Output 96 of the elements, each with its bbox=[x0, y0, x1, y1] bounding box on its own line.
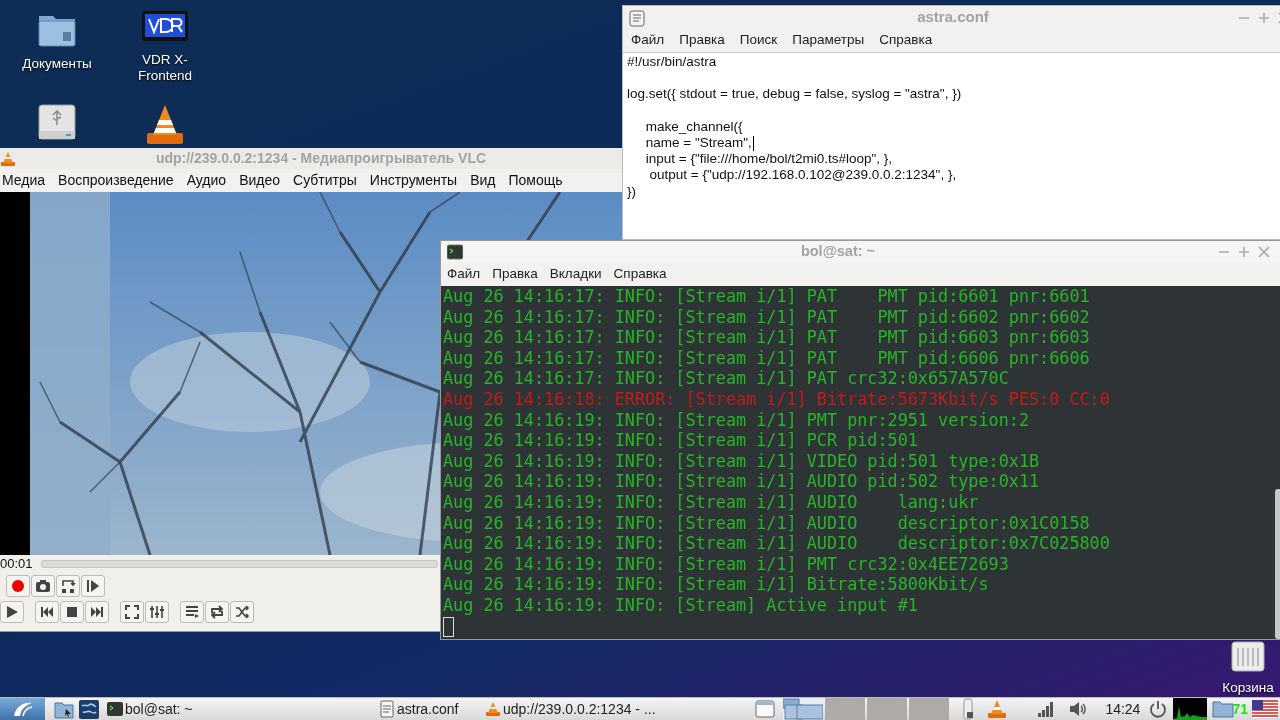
menu-item[interactable]: Правка bbox=[679, 30, 725, 51]
frame-step-button[interactable] bbox=[81, 574, 105, 597]
desktop-icon-label[interactable]: VDR X-Frontend bbox=[128, 52, 202, 84]
terminal-line: Aug 26 14:16:17: INFO: [Stream i/1] PAT crc32:0x657A570C bbox=[443, 368, 1010, 389]
tv-icon[interactable] bbox=[141, 10, 189, 44]
snapshot-icon bbox=[35, 577, 51, 594]
record-button[interactable] bbox=[6, 574, 30, 597]
equalizer-button[interactable] bbox=[145, 600, 169, 623]
menu-item[interactable]: Аудио bbox=[186, 170, 227, 191]
record-icon bbox=[10, 577, 26, 594]
taskbar-task[interactable]: bol@sat: ~ bbox=[107, 697, 297, 720]
frame-step-icon bbox=[85, 577, 101, 594]
stop-button[interactable] bbox=[60, 600, 84, 623]
power-icon[interactable] bbox=[1149, 700, 1168, 718]
usb-device-icon[interactable] bbox=[961, 698, 976, 720]
terminal-cursor bbox=[443, 616, 454, 637]
workspace-button[interactable] bbox=[783, 698, 824, 720]
fullscreen-button[interactable] bbox=[120, 600, 144, 623]
terminal-line: Aug 26 14:16:18: ERROR: [Stream i/1] Bitrate:5673Kbit/s PES:0 CC:0 bbox=[443, 388, 1111, 410]
terminal-line: Aug 26 14:16:19: INFO: [Stream i/1] Bitrate:5800Kbit/s bbox=[443, 574, 990, 595]
notepad-icon bbox=[379, 700, 395, 718]
previous-button[interactable] bbox=[35, 600, 59, 623]
terminal-icon bbox=[107, 701, 123, 717]
repeat-icon bbox=[209, 603, 225, 620]
terminal-line: Aug 26 14:16:19: INFO: [Stream i/1] PCR pid:501 bbox=[443, 430, 919, 451]
code-line: make_channel({ bbox=[644, 118, 743, 135]
terminal-line: Aug 26 14:16:17: INFO: [Stream i/1] PAT PMT pid:6603 pnr:6603 bbox=[443, 327, 1091, 348]
menu-item[interactable]: Справка bbox=[613, 264, 667, 285]
shuffle-button[interactable] bbox=[230, 600, 254, 623]
menu-item[interactable]: Медиа bbox=[2, 170, 46, 191]
menu-item[interactable]: Файл bbox=[447, 264, 481, 285]
terminal-line: Aug 26 14:16:19: INFO: [Stream i/1] AUDIO descriptor:0x1C0158 bbox=[443, 512, 1091, 534]
play-button[interactable] bbox=[0, 600, 24, 623]
menu-item[interactable]: Видео bbox=[239, 170, 281, 191]
globe-map-icon[interactable] bbox=[79, 699, 99, 719]
code-line: output = {"udp://192.168.0.102@239.0.0.2:1234", }, bbox=[648, 167, 957, 184]
terminal-line: Aug 26 14:16:19: INFO: [Stream i/1] VIDEO pid:501 type:0x1B bbox=[443, 450, 1041, 472]
signal-icon[interactable] bbox=[1037, 700, 1056, 718]
code-line: log.set({ stdout = true, debug = false, syslog = "astra", }) bbox=[627, 86, 962, 103]
shuffle-icon bbox=[234, 603, 250, 620]
traffic-cone-icon bbox=[0, 150, 16, 167]
menu-item[interactable]: Помощь bbox=[508, 170, 563, 191]
playlist-icon bbox=[184, 603, 200, 620]
traffic-cone-icon bbox=[485, 701, 501, 717]
terminal-line: Aug 26 14:16:19: INFO: [Stream i/1] PMT pnr:2951 version:2 bbox=[443, 409, 1030, 431]
clock[interactable]: 14:24 bbox=[1105, 698, 1141, 720]
trash-icon[interactable] bbox=[1229, 638, 1267, 672]
desktop-icon-label[interactable]: Документы bbox=[18, 56, 96, 72]
desktop-icon-label[interactable]: Корзина bbox=[1218, 680, 1278, 696]
menu-item[interactable]: Вкладки bbox=[549, 264, 602, 285]
terminal-line: Aug 26 14:16:19: INFO: [Stream] Active input #1 bbox=[443, 594, 919, 616]
window-title: astra.conf bbox=[916, 7, 990, 28]
terminal-line: Aug 26 14:16:19: INFO: [Stream i/1] AUDIO pid:502 type:0x11 bbox=[443, 471, 1041, 492]
next-button[interactable] bbox=[85, 600, 109, 623]
menu-item[interactable]: Файл bbox=[631, 30, 665, 51]
flag-icon[interactable] bbox=[1252, 700, 1278, 718]
elapsed-time: 00:01 bbox=[0, 555, 33, 574]
terminal-line: Aug 26 14:16:19: INFO: [Stream i/1] PMT crc32:0x4EE72693 bbox=[443, 553, 1010, 575]
window-title: udp://239.0.0.2:1234 - Медиапроигрыватель VLC bbox=[154, 149, 488, 168]
loop-ab-button[interactable] bbox=[56, 574, 80, 597]
taskbar-task[interactable]: astra.conf bbox=[297, 697, 485, 720]
terminal-line: Aug 26 14:16:19: INFO: [Stream i/1] AUDIO lang:ukr bbox=[443, 491, 980, 513]
usb-drive-icon[interactable] bbox=[38, 103, 76, 141]
file-manager-icon[interactable] bbox=[54, 699, 74, 719]
menu-item[interactable]: Воспроизведение bbox=[58, 170, 174, 191]
code-line: name = "Stream", bbox=[644, 134, 754, 152]
terminal-line: Aug 26 14:16:17: INFO: [Stream i/1] PAT PMT pid:6601 pnr:6601 bbox=[443, 286, 1091, 307]
menu-item[interactable]: Параметры bbox=[792, 30, 865, 51]
loop-ab-icon bbox=[60, 577, 76, 594]
cpu-graph-icon[interactable] bbox=[1173, 698, 1208, 720]
terminal-line: Aug 26 14:16:19: INFO: [Stream i/1] AUDIO descriptor:0x7C025800 bbox=[443, 533, 1111, 554]
snapshot-button[interactable] bbox=[31, 574, 55, 597]
menu-item[interactable]: Правка bbox=[492, 264, 538, 285]
repeat-button[interactable] bbox=[205, 600, 229, 623]
terminal-line: Aug 26 14:16:17: INFO: [Stream i/1] PAT PMT pid:6602 pnr:6602 bbox=[443, 306, 1091, 328]
play-icon bbox=[4, 603, 20, 620]
menu-item[interactable]: Справка bbox=[879, 30, 933, 51]
terminal-line: Aug 26 14:16:17: INFO: [Stream i/1] PAT PMT pid:6606 pnr:6606 bbox=[443, 347, 1091, 369]
terminal-icon bbox=[447, 244, 463, 260]
bird-logo-icon bbox=[11, 700, 34, 718]
taskbar-task[interactable]: udp://239.0.0.2:1234 - ... bbox=[485, 697, 665, 720]
window-title: bol@sat: ~ bbox=[799, 242, 877, 262]
fullscreen-icon bbox=[124, 603, 140, 620]
volume-icon[interactable] bbox=[1068, 700, 1088, 718]
code-line: input = {"file:///home/bol/t2mi0.ts#loop", }, bbox=[644, 151, 893, 168]
traffic-cone-icon[interactable] bbox=[145, 103, 185, 145]
equalizer-icon bbox=[149, 603, 165, 620]
tray-counter: 71 bbox=[1232, 699, 1248, 719]
start-menu-button[interactable] bbox=[0, 697, 45, 720]
code-line: }) bbox=[627, 183, 636, 201]
menu-item[interactable]: Поиск bbox=[739, 30, 778, 51]
menu-item[interactable]: Инструменты bbox=[369, 170, 458, 191]
playlist-button[interactable] bbox=[180, 600, 204, 623]
menu-item[interactable]: Субтитры bbox=[293, 170, 357, 191]
menu-item[interactable]: Вид bbox=[470, 170, 496, 191]
code-line: #!/usr/bin/astra bbox=[627, 54, 717, 71]
